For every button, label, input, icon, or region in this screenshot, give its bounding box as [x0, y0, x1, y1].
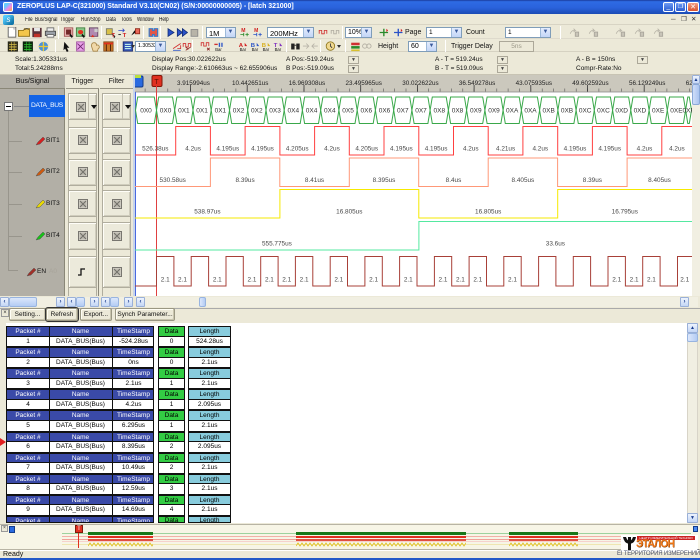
svg-text:M: M — [254, 28, 258, 34]
svg-text:0XE: 0XE — [652, 108, 665, 115]
svg-text:4.195us: 4.195us — [564, 146, 587, 153]
svg-text:4.2us: 4.2us — [185, 146, 201, 153]
svg-text:0XE: 0XE — [670, 108, 683, 115]
svg-text:555.775us: 555.775us — [262, 241, 292, 248]
svg-text:2.1: 2.1 — [178, 277, 187, 284]
svg-text:2.1: 2.1 — [439, 277, 448, 284]
svg-text:8.4us: 8.4us — [446, 177, 462, 184]
svg-text:0X1: 0X1 — [178, 108, 190, 115]
svg-text:30.022622us: 30.022622us — [402, 80, 438, 87]
svg-text:0XA: 0XA — [506, 108, 519, 115]
svg-text:0X9: 0X9 — [470, 108, 482, 115]
svg-text:0X2: 0X2 — [233, 108, 245, 115]
svg-text:2.1: 2.1 — [282, 277, 291, 284]
svg-text:2.1: 2.1 — [213, 277, 222, 284]
svg-text:0X8: 0X8 — [434, 108, 446, 115]
svg-text:2.1: 2.1 — [612, 277, 621, 284]
svg-text:3.915994us: 3.915994us — [177, 80, 210, 87]
svg-text:4.21us: 4.21us — [496, 146, 515, 153]
svg-text:4.2us: 4.2us — [324, 146, 340, 153]
svg-text:0XB: 0XB — [561, 108, 573, 115]
svg-text:2.1: 2.1 — [161, 277, 170, 284]
svg-text:2.1: 2.1 — [630, 277, 639, 284]
svg-text:0XD: 0XD — [615, 108, 628, 115]
svg-text:49.602592us: 49.602592us — [572, 80, 608, 87]
svg-text:23.495965us: 23.495965us — [345, 80, 381, 87]
svg-text:16.805us: 16.805us — [475, 209, 501, 216]
svg-text:0X7: 0X7 — [415, 108, 427, 115]
svg-text:16.805us: 16.805us — [336, 209, 362, 216]
svg-text:8.41us: 8.41us — [305, 177, 324, 184]
svg-text:0XC: 0XC — [597, 108, 610, 115]
svg-text:538.97us: 538.97us — [194, 209, 220, 216]
svg-text:2.1: 2.1 — [647, 277, 656, 284]
svg-text:4.195us: 4.195us — [425, 146, 448, 153]
svg-text:4.195us: 4.195us — [251, 146, 274, 153]
svg-text:0X8: 0X8 — [452, 108, 464, 115]
svg-text:2.1: 2.1 — [300, 277, 309, 284]
svg-text:8.405us: 8.405us — [512, 177, 535, 184]
svg-text:4.205us: 4.205us — [355, 146, 378, 153]
svg-text:0XD: 0XD — [634, 108, 647, 115]
svg-text:4.195us: 4.195us — [390, 146, 413, 153]
svg-text:4.2us: 4.2us — [532, 146, 548, 153]
svg-text:0X0: 0X0 — [160, 108, 172, 115]
svg-text:16.969308us: 16.969308us — [289, 80, 325, 87]
svg-text:0X4: 0X4 — [288, 108, 300, 115]
svg-text:4.205us: 4.205us — [286, 146, 309, 153]
svg-text:530.58us: 530.58us — [160, 177, 186, 184]
svg-text:0X7: 0X7 — [397, 108, 409, 115]
svg-text:2.1: 2.1 — [334, 277, 343, 284]
svg-text:0X1: 0X1 — [215, 108, 227, 115]
svg-text:43.075935us: 43.075935us — [516, 80, 552, 87]
svg-text:T: T — [123, 33, 127, 38]
svg-text:M: M — [241, 28, 245, 34]
svg-text:T: T — [111, 33, 115, 38]
svg-text:0X4: 0X4 — [324, 108, 336, 115]
svg-text:2.1: 2.1 — [369, 277, 378, 284]
svg-text:0X2: 0X2 — [251, 108, 263, 115]
svg-text:0X9: 0X9 — [488, 108, 500, 115]
svg-text:0XB: 0XB — [543, 108, 555, 115]
svg-text:526.38us: 526.38us — [142, 146, 168, 153]
svg-text:0X4: 0X4 — [306, 108, 318, 115]
svg-text:2.1: 2.1 — [248, 277, 257, 284]
svg-text:4.2us: 4.2us — [463, 146, 479, 153]
svg-text:8.395us: 8.395us — [373, 177, 396, 184]
svg-text:2.1: 2.1 — [473, 277, 482, 284]
svg-text:10.442651us: 10.442651us — [232, 80, 268, 87]
svg-text:2.1: 2.1 — [508, 277, 517, 284]
svg-text:8.405us: 8.405us — [648, 177, 671, 184]
svg-text:0X6: 0X6 — [379, 108, 391, 115]
svg-text:2.1: 2.1 — [680, 277, 689, 284]
svg-text:0X5: 0X5 — [342, 108, 354, 115]
svg-text:2.1: 2.1 — [456, 277, 465, 284]
svg-text:16.795us: 16.795us — [612, 209, 638, 216]
svg-text:36.549278us: 36.549278us — [459, 80, 495, 87]
svg-text:0XC: 0XC — [579, 108, 592, 115]
svg-text:0XA: 0XA — [524, 108, 537, 115]
svg-text:0XF: 0XF — [683, 108, 692, 115]
svg-text:0X3: 0X3 — [269, 108, 281, 115]
svg-text:4.195us: 4.195us — [598, 146, 621, 153]
svg-text:0X0: 0X0 — [140, 108, 152, 115]
svg-text:2.1: 2.1 — [404, 277, 413, 284]
svg-text:T: T — [154, 79, 159, 86]
svg-text:56.129249us: 56.129249us — [629, 80, 665, 87]
svg-text:4.195us: 4.195us — [216, 146, 239, 153]
svg-text:0X1: 0X1 — [196, 108, 208, 115]
svg-text:0X6: 0X6 — [361, 108, 373, 115]
svg-text:2.1: 2.1 — [265, 277, 274, 284]
svg-text:4.2us: 4.2us — [669, 146, 685, 153]
svg-text:8.39us: 8.39us — [583, 177, 602, 184]
svg-text:4.2us: 4.2us — [637, 146, 653, 153]
svg-text:8.39us: 8.39us — [235, 177, 254, 184]
svg-text:33.6us: 33.6us — [546, 241, 565, 248]
